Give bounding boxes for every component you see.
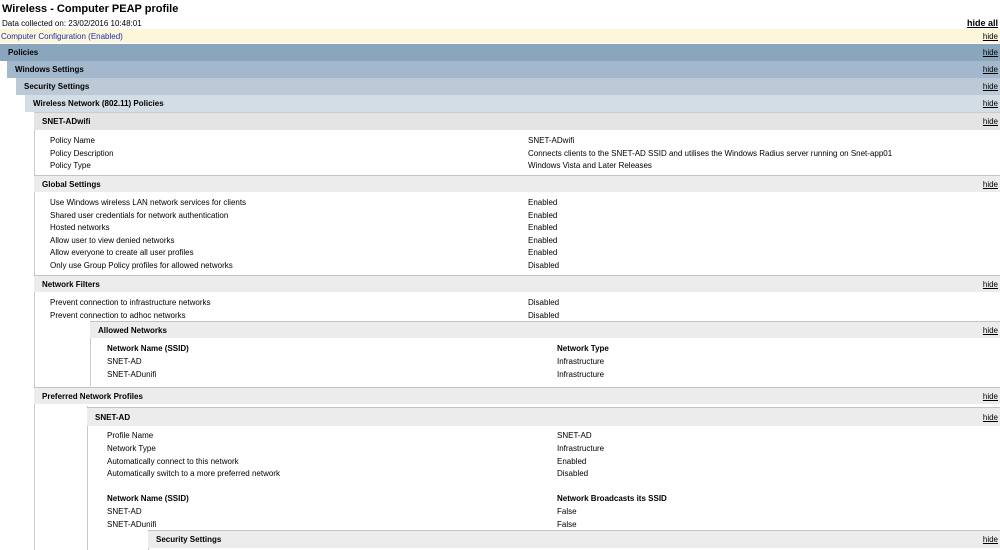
ssid-name: SNET-ADunifi <box>107 520 157 529</box>
profile-label: Profile Name <box>107 431 154 440</box>
page-title: Wireless - Computer PEAP profile <box>2 3 179 15</box>
nested-security-settings-header: Security Settings hide <box>148 530 1000 548</box>
allowed-network-name: SNET-AD <box>107 357 142 366</box>
setting-label: Allow user to view denied networks <box>50 236 175 245</box>
policies-label: Policies <box>8 48 39 57</box>
setting-value: Enabled <box>528 236 558 245</box>
profile-label: Automatically switch to a more preferred… <box>107 469 280 478</box>
allowed-network-type: Infrastructure <box>557 357 605 366</box>
computer-configuration-bar: Computer Configuration (Enabled) hide <box>0 29 1000 43</box>
filter-label: Prevent connection to adhoc networks <box>50 311 186 320</box>
hide-link[interactable]: hide <box>983 392 998 401</box>
hide-link[interactable]: hide <box>983 117 998 126</box>
hide-link[interactable]: hide <box>983 180 998 189</box>
filter-value: Disabled <box>528 298 560 307</box>
profile-value: Infrastructure <box>557 444 605 453</box>
setting-label: Shared user credentials for network auth… <box>50 211 229 220</box>
indent-line <box>34 130 35 550</box>
setting-value: Enabled <box>528 198 558 207</box>
hide-link[interactable]: hide <box>983 413 998 422</box>
allowed-network-name: SNET-ADunifi <box>107 370 157 379</box>
ssid-broadcast: False <box>557 507 577 516</box>
ssid-name: SNET-AD <box>107 507 142 516</box>
column-header-network-type: Network Type <box>557 344 609 353</box>
network-filters-header: Network Filters hide <box>34 275 1000 292</box>
policy-row-value: SNET-ADwifi <box>528 136 575 145</box>
windows-settings-bar: Windows Settings hide <box>7 61 1000 78</box>
profile-label: Network Type <box>107 444 156 453</box>
filter-label: Prevent connection to infrastructure net… <box>50 298 211 307</box>
column-header-broadcast: Network Broadcasts its SSID <box>557 494 667 503</box>
policy-row-value: Connects clients to the SNET-AD SSID and… <box>528 149 893 158</box>
windows-settings-label: Windows Settings <box>15 65 84 74</box>
hide-link[interactable]: hide <box>983 65 998 74</box>
hide-link[interactable]: hide <box>983 32 998 41</box>
filter-value: Disabled <box>528 311 560 320</box>
hide-link[interactable]: hide <box>983 82 998 91</box>
setting-value: Enabled <box>528 223 558 232</box>
setting-label: Use Windows wireless LAN network service… <box>50 198 247 207</box>
setting-value: Enabled <box>528 211 558 220</box>
hide-link[interactable]: hide <box>983 48 998 57</box>
setting-label: Allow everyone to create all user profil… <box>50 248 194 257</box>
policy-row-label: Policy Type <box>50 161 91 170</box>
setting-label: Hosted networks <box>50 223 110 232</box>
security-settings-bar: Security Settings hide <box>16 78 1000 95</box>
allowed-network-type: Infrastructure <box>557 370 605 379</box>
hide-link[interactable]: hide <box>983 326 998 335</box>
profile-value: SNET-AD <box>557 431 592 440</box>
profile-label: Automatically connect to this network <box>107 457 239 466</box>
column-header-ssid: Network Name (SSID) <box>107 344 189 353</box>
column-header-ssid: Network Name (SSID) <box>107 494 189 503</box>
global-settings-title: Global Settings <box>42 179 101 189</box>
hide-link[interactable]: hide <box>983 280 998 289</box>
snet-ad-profile-header: SNET-AD hide <box>87 407 1000 426</box>
security-settings-label: Security Settings <box>24 82 90 91</box>
setting-label: Only use Group Policy profiles for allow… <box>50 261 233 270</box>
global-settings-header: Global Settings hide <box>34 175 1000 192</box>
preferred-network-profiles-header: Preferred Network Profiles hide <box>34 387 1000 404</box>
setting-value: Enabled <box>528 248 558 257</box>
wireless-network-policies-label: Wireless Network (802.11) Policies <box>33 99 164 108</box>
snet-adwifi-label: SNET-ADwifi <box>42 117 91 126</box>
profile-value: Enabled <box>557 457 587 466</box>
setting-value: Disabled <box>528 261 560 270</box>
policy-row-label: Policy Description <box>50 149 114 158</box>
preferred-network-profiles-title: Preferred Network Profiles <box>42 391 143 401</box>
nested-security-settings-title: Security Settings <box>156 535 222 544</box>
snet-adwifi-bar: SNET-ADwifi hide <box>34 112 1000 130</box>
hide-link[interactable]: hide <box>983 99 998 108</box>
data-collected-text: Data collected on: 23/02/2016 10:48:01 <box>2 19 142 28</box>
profile-value: Disabled <box>557 469 589 478</box>
allowed-networks-title: Allowed Networks <box>98 325 167 335</box>
wireless-network-policies-bar: Wireless Network (802.11) Policies hide <box>25 95 1000 112</box>
allowed-networks-header: Allowed Networks hide <box>90 321 1000 338</box>
ssid-broadcast: False <box>557 520 577 529</box>
network-filters-title: Network Filters <box>42 279 100 289</box>
policy-row-value: Windows Vista and Later Releases <box>528 161 652 170</box>
computer-configuration-label: Computer Configuration (Enabled) <box>1 31 123 41</box>
hide-all-link[interactable]: hide all <box>967 18 998 28</box>
policy-row-label: Policy Name <box>50 136 95 145</box>
snet-ad-profile-title: SNET-AD <box>95 412 131 422</box>
hide-link[interactable]: hide <box>983 535 998 544</box>
policies-bar: Policies hide <box>0 44 1000 61</box>
indent-line <box>87 406 88 550</box>
